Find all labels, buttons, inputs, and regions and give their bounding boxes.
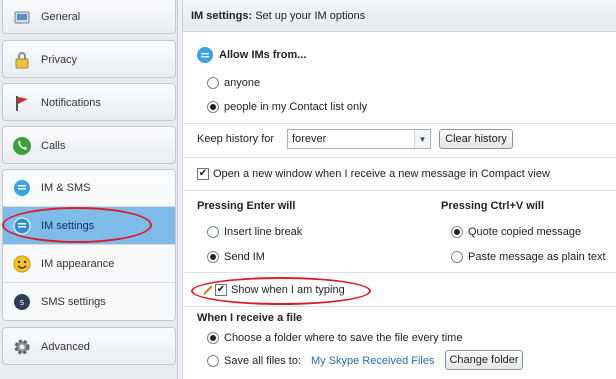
sidebar-item-privacy[interactable]: Privacy: [3, 41, 175, 77]
radio-choose-folder[interactable]: [207, 332, 219, 344]
sidebar-item-advanced-label: Advanced: [41, 341, 90, 353]
paste-plain-option[interactable]: Paste message as plain text: [451, 251, 606, 263]
nav-im-box: IM & SMS IM settings IM appearance S SMS…: [2, 169, 176, 321]
chevron-down-icon[interactable]: ▼: [414, 130, 430, 148]
file-choose-option[interactable]: Choose a folder where to save the file e…: [207, 332, 462, 344]
general-icon: [11, 6, 33, 28]
divider: [183, 272, 616, 273]
divider: [183, 157, 616, 158]
sidebar-item-sms-settings[interactable]: S SMS settings: [3, 282, 175, 320]
paste-quote-option[interactable]: Quote copied message: [451, 226, 581, 238]
sidebar-item-advanced[interactable]: Advanced: [3, 328, 175, 364]
privacy-icon: [11, 49, 33, 71]
typing-label: Show when I am typing: [231, 284, 345, 296]
divider: [183, 190, 616, 191]
sidebar-item-im-sms-label: IM & SMS: [41, 182, 91, 194]
svg-text:S: S: [20, 299, 25, 307]
nav-advanced-box: Advanced: [2, 327, 176, 365]
gear-icon: [11, 336, 33, 358]
chat-icon: [11, 215, 33, 237]
checkbox-compact[interactable]: ✔: [197, 168, 209, 180]
divider: [183, 123, 616, 124]
settings-main-pane: IM settings: Set up your IM options Allo…: [182, 0, 616, 379]
settings-sidebar: General Privacy Notifications Calls IM &…: [0, 0, 178, 379]
paste-plain-label: Paste message as plain text: [468, 251, 606, 263]
enter-send-option[interactable]: Send IM: [207, 251, 265, 263]
sidebar-item-general[interactable]: General: [3, 0, 175, 33]
sidebar-item-privacy-label: Privacy: [41, 54, 78, 66]
change-folder-button[interactable]: Change folder: [445, 350, 523, 370]
chat-icon: [197, 47, 213, 63]
divider: [183, 306, 616, 307]
allow-anyone-option[interactable]: anyone: [207, 77, 260, 89]
nav-calls-box: Calls: [2, 126, 176, 164]
sidebar-item-general-label: General: [41, 11, 81, 23]
page-subtitle: Set up your IM options: [255, 10, 366, 22]
file-save-all-option[interactable]: Save all files to:: [207, 355, 301, 367]
checkbox-typing[interactable]: ✔: [215, 284, 227, 296]
chat-icon: [11, 177, 33, 199]
radio-anyone[interactable]: [207, 77, 219, 89]
compact-label: Open a new window when I receive a new m…: [213, 168, 550, 180]
enter-send-label: Send IM: [224, 251, 265, 263]
allow-anyone-label: anyone: [224, 77, 261, 89]
file-save-all-label: Save all files to:: [224, 355, 302, 367]
sidebar-item-im-settings[interactable]: IM settings: [3, 206, 175, 244]
page-title: IM settings:: [191, 10, 253, 22]
file-choose-label: Choose a folder where to save the file e…: [224, 332, 463, 344]
sidebar-item-im-appearance-label: IM appearance: [41, 257, 115, 270]
allow-title: Allow IMs from...: [219, 49, 307, 61]
folder-link[interactable]: My Skype Received Files: [311, 355, 435, 367]
page-header: IM settings: Set up your IM options: [183, 0, 616, 32]
paste-title: Pressing Ctrl+V will: [441, 200, 545, 212]
paste-quote-label: Quote copied message: [468, 226, 582, 238]
history-select[interactable]: forever ▼: [287, 129, 431, 149]
enter-line-break-option[interactable]: Insert line break: [207, 226, 302, 238]
phone-icon: [11, 135, 33, 157]
clear-history-button[interactable]: Clear history: [439, 129, 513, 149]
radio-send-im[interactable]: [207, 251, 219, 263]
compact-option[interactable]: ✔ Open a new window when I receive a new…: [197, 168, 550, 180]
nav-notifications-box: Notifications: [2, 83, 176, 121]
allow-heading: Allow IMs from...: [197, 47, 306, 63]
radio-contacts[interactable]: [207, 101, 219, 113]
file-title: When I receive a file: [197, 312, 303, 324]
enter-title: Pressing Enter will: [197, 200, 296, 212]
pencil-icon: [203, 284, 213, 296]
radio-quote[interactable]: [451, 226, 463, 238]
allow-contacts-option[interactable]: people in my Contact list only: [207, 101, 367, 113]
sidebar-item-im-sms[interactable]: IM & SMS: [3, 170, 175, 206]
sms-icon: S: [11, 291, 33, 313]
sidebar-item-im-appearance[interactable]: IM appearance: [3, 244, 175, 282]
flag-icon: [11, 92, 33, 114]
sidebar-item-sms-settings-label: SMS settings: [41, 295, 106, 308]
radio-line-break[interactable]: [207, 226, 219, 238]
smiley-icon: [11, 253, 33, 275]
sidebar-item-notifications[interactable]: Notifications: [3, 84, 175, 120]
allow-contacts-label: people in my Contact list only: [224, 101, 368, 113]
sidebar-item-im-settings-label: IM settings: [41, 219, 95, 232]
sidebar-item-calls-label: Calls: [41, 140, 66, 152]
radio-save-all[interactable]: [207, 355, 219, 367]
sidebar-item-calls[interactable]: Calls: [3, 127, 175, 163]
history-select-value: forever: [292, 133, 327, 145]
nav-general-box: General: [2, 0, 176, 34]
nav-privacy-box: Privacy: [2, 40, 176, 78]
radio-plain-text[interactable]: [451, 251, 463, 263]
sidebar-item-notifications-label: Notifications: [41, 97, 101, 109]
enter-line-break-label: Insert line break: [224, 226, 303, 238]
history-label: Keep history for: [197, 133, 275, 145]
typing-option[interactable]: ✔ Show when I am typing: [203, 284, 345, 296]
